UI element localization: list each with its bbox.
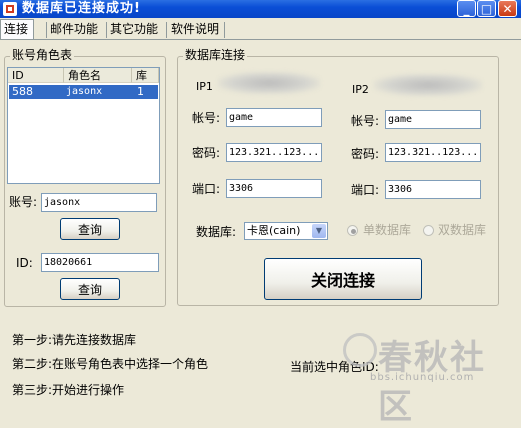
watermark-url: bbs.ichunqiu.com	[370, 372, 475, 383]
left-port-label: 端口:	[192, 182, 221, 196]
title-bar[interactable]: 数据库已连接成功! _ □ ✕	[0, 0, 521, 18]
app-icon	[3, 2, 17, 16]
query-account-button[interactable]: 查询	[60, 218, 120, 240]
left-password-label: 密码:	[192, 146, 221, 160]
db-connection-legend: 数据库连接	[183, 48, 248, 62]
database-select[interactable]: 卡恩(cain) ▼	[244, 222, 328, 240]
column-header-db[interactable]: 库	[132, 68, 159, 83]
maximize-button[interactable]: □	[477, 0, 496, 17]
tab-baseline	[0, 39, 521, 40]
right-account-input[interactable]: game	[385, 110, 481, 129]
tab-other[interactable]: 其它功能	[107, 20, 161, 38]
step-1-text: 第一步:请先连接数据库	[12, 333, 137, 347]
row-id: 588	[12, 85, 33, 98]
id-input[interactable]: 18020661	[41, 253, 159, 272]
database-label: 数据库:	[196, 225, 237, 239]
column-header-id[interactable]: ID	[8, 68, 64, 83]
watermark-logo-icon	[343, 333, 377, 367]
step-2-text: 第二步:在账号角色表中选择一个角色	[12, 357, 209, 371]
account-role-legend: 账号角色表	[10, 48, 75, 62]
account-input[interactable]: jasonx	[41, 193, 157, 212]
step-3-text: 第三步:开始进行操作	[12, 383, 125, 397]
tab-mail[interactable]: 邮件功能	[47, 20, 101, 38]
tab-divider	[224, 22, 225, 38]
double-db-label: 双数据库	[438, 223, 487, 237]
right-account-label: 帐号:	[351, 114, 380, 128]
single-db-label: 单数据库	[363, 223, 412, 237]
right-port-label: 端口:	[351, 183, 380, 197]
right-password-input[interactable]: 123.321..123...	[385, 143, 481, 162]
window-title: 数据库已连接成功!	[22, 1, 141, 16]
tab-divider	[46, 22, 47, 38]
left-account-input[interactable]: game	[226, 108, 322, 127]
tab-connect[interactable]: 连接	[0, 19, 34, 40]
tab-help[interactable]: 软件说明	[168, 20, 222, 38]
ip2-redacted	[374, 74, 482, 96]
ip2-label: IP2	[352, 83, 369, 96]
left-account-label: 帐号:	[192, 111, 221, 125]
ip1-redacted	[218, 72, 320, 94]
left-password-input[interactable]: 123.321..123...	[226, 143, 322, 162]
row-db: 1	[137, 85, 144, 98]
close-connection-button[interactable]: 关闭连接	[264, 258, 422, 300]
double-db-radio[interactable]	[423, 225, 434, 236]
single-db-radio[interactable]	[347, 225, 358, 236]
account-role-list[interactable]: ID 角色名 库 588 jasonx 1	[7, 67, 160, 184]
right-port-input[interactable]: 3306	[385, 180, 481, 199]
table-row[interactable]: 588 jasonx 1	[9, 85, 158, 99]
column-header-role[interactable]: 角色名	[64, 68, 132, 83]
tab-divider	[166, 22, 167, 38]
right-password-label: 密码:	[351, 147, 380, 161]
left-port-input[interactable]: 3306	[226, 179, 322, 198]
id-label: ID:	[16, 256, 33, 270]
account-label: 账号:	[9, 195, 38, 209]
row-role-name: jasonx	[66, 86, 103, 97]
tab-divider	[106, 22, 107, 38]
close-button[interactable]: ✕	[498, 0, 517, 17]
ip1-label: IP1	[196, 80, 213, 93]
minimize-button[interactable]: _	[457, 0, 476, 17]
database-selected-value: 卡恩(cain)	[247, 224, 301, 237]
chevron-down-icon[interactable]: ▼	[312, 224, 326, 238]
query-id-button[interactable]: 查询	[60, 278, 120, 300]
